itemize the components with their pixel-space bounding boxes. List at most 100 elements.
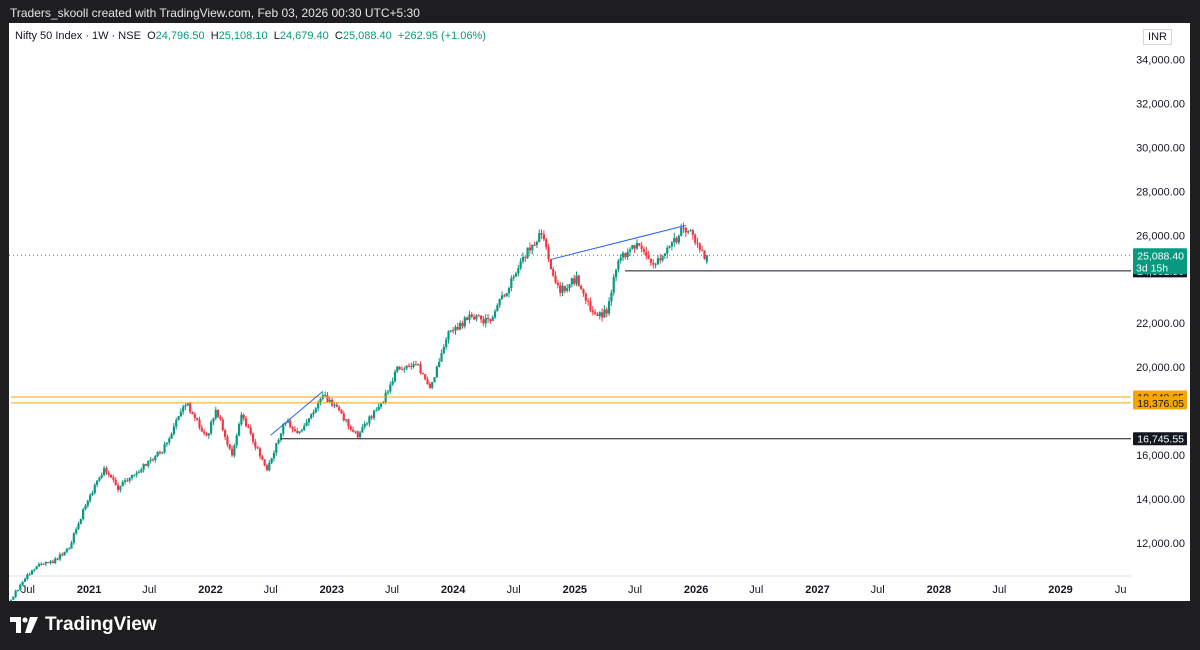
candle-body <box>84 505 87 510</box>
x-tick-label: 2025 <box>563 584 587 596</box>
candle-body <box>605 309 608 314</box>
candle-body <box>275 443 278 453</box>
candle-body <box>377 406 380 411</box>
candle-body <box>270 458 273 464</box>
candle-body <box>365 423 369 425</box>
candle-body <box>563 285 566 291</box>
candle-body <box>137 471 141 473</box>
x-tick-label: 2022 <box>198 584 222 596</box>
candle-body <box>652 262 655 265</box>
chart-panel[interactable]: 34,000.00 32,000.00 30,000.00 28,000.00 26,0… <box>9 23 1190 601</box>
candle-body <box>54 558 57 563</box>
candle-body <box>696 242 699 244</box>
close-value: 25,088.40 <box>342 30 392 42</box>
candle-body <box>493 311 497 318</box>
y-tick-label: 12,000.00 <box>1136 538 1185 550</box>
candle-body <box>33 569 36 571</box>
candle-body <box>324 395 327 397</box>
price-chart[interactable]: 34,000.00 32,000.00 30,000.00 28,000.00 26,0… <box>9 23 1190 601</box>
candle-body <box>42 563 45 565</box>
candle-body <box>233 445 236 456</box>
candle-body <box>140 469 143 472</box>
candle-body <box>670 242 673 247</box>
candle-body <box>375 410 378 412</box>
candle-body <box>391 381 394 385</box>
candle-body <box>182 406 185 412</box>
candle-body <box>119 486 122 490</box>
candle-body <box>116 485 120 490</box>
candle-body <box>277 439 280 444</box>
candle-body <box>130 474 134 479</box>
candle-body <box>30 570 34 575</box>
candle-body <box>410 366 413 368</box>
candle-body <box>596 314 599 316</box>
candle-body <box>40 563 43 565</box>
level-price-label: 18,376.05 <box>1137 398 1184 410</box>
candle-body <box>261 456 264 460</box>
candle-body <box>552 268 555 276</box>
candle-body <box>196 417 199 420</box>
candle-body <box>205 433 208 436</box>
x-tick-label: Jul <box>871 584 885 596</box>
candle-body <box>219 416 222 420</box>
low-value: 24,679.40 <box>279 30 329 42</box>
candle-body <box>468 314 471 320</box>
candle-body <box>368 416 371 424</box>
candle-body <box>498 298 501 306</box>
candle-body <box>200 427 203 432</box>
candle-body <box>142 464 145 470</box>
candle-body <box>184 405 187 407</box>
candle-body <box>470 314 473 317</box>
candle-body <box>191 412 194 415</box>
candle-body <box>400 369 404 371</box>
candle-body <box>91 493 94 496</box>
candle-body <box>621 252 625 258</box>
candle-body <box>591 310 594 313</box>
candle-body <box>23 578 27 582</box>
candle-body <box>414 364 418 366</box>
candle-body <box>489 319 492 322</box>
candle-body <box>26 574 29 579</box>
candle-body <box>535 241 539 245</box>
candle-body <box>454 326 457 331</box>
candle-body <box>96 480 99 485</box>
candle-body <box>484 317 487 324</box>
candle-body <box>256 447 259 449</box>
candle-body <box>573 278 576 284</box>
y-tick-label: 26,000.00 <box>1136 230 1185 242</box>
x-tick-label: Jul <box>507 584 521 596</box>
candle-body <box>379 403 383 407</box>
candle-body <box>242 414 245 419</box>
candle-body <box>247 426 250 428</box>
x-tick-label: Jul <box>992 584 1006 596</box>
candle-body <box>107 472 110 475</box>
candle-body <box>342 413 345 421</box>
candle-body <box>144 464 148 466</box>
x-tick-label: Jul <box>749 584 763 596</box>
candle-body <box>223 430 227 437</box>
candle-body <box>561 285 564 293</box>
currency-button[interactable]: INR <box>1143 29 1172 45</box>
candle-body <box>70 542 73 549</box>
candle-body <box>235 435 238 446</box>
candle-body <box>35 566 38 570</box>
candle-body <box>135 472 138 475</box>
candle-body <box>407 365 411 367</box>
candle-body <box>314 408 317 413</box>
candle-body <box>612 277 615 293</box>
candle-body <box>698 243 701 250</box>
x-tick-label: Jul <box>264 584 278 596</box>
candle-body <box>291 427 294 430</box>
x-tick-label: 2021 <box>77 584 101 596</box>
change-value: +262.95 (+1.06%) <box>397 30 486 42</box>
candle-body <box>326 395 329 402</box>
candle-body <box>510 278 513 288</box>
candle-body <box>254 441 257 448</box>
tradingview-brand[interactable]: TradingView <box>10 614 157 636</box>
candle-body <box>386 391 390 393</box>
candle-body <box>626 251 629 258</box>
candle-body <box>51 561 54 563</box>
candle-body <box>63 552 66 556</box>
candle-body <box>447 331 450 340</box>
y-tick-label: 20,000.00 <box>1136 362 1185 374</box>
